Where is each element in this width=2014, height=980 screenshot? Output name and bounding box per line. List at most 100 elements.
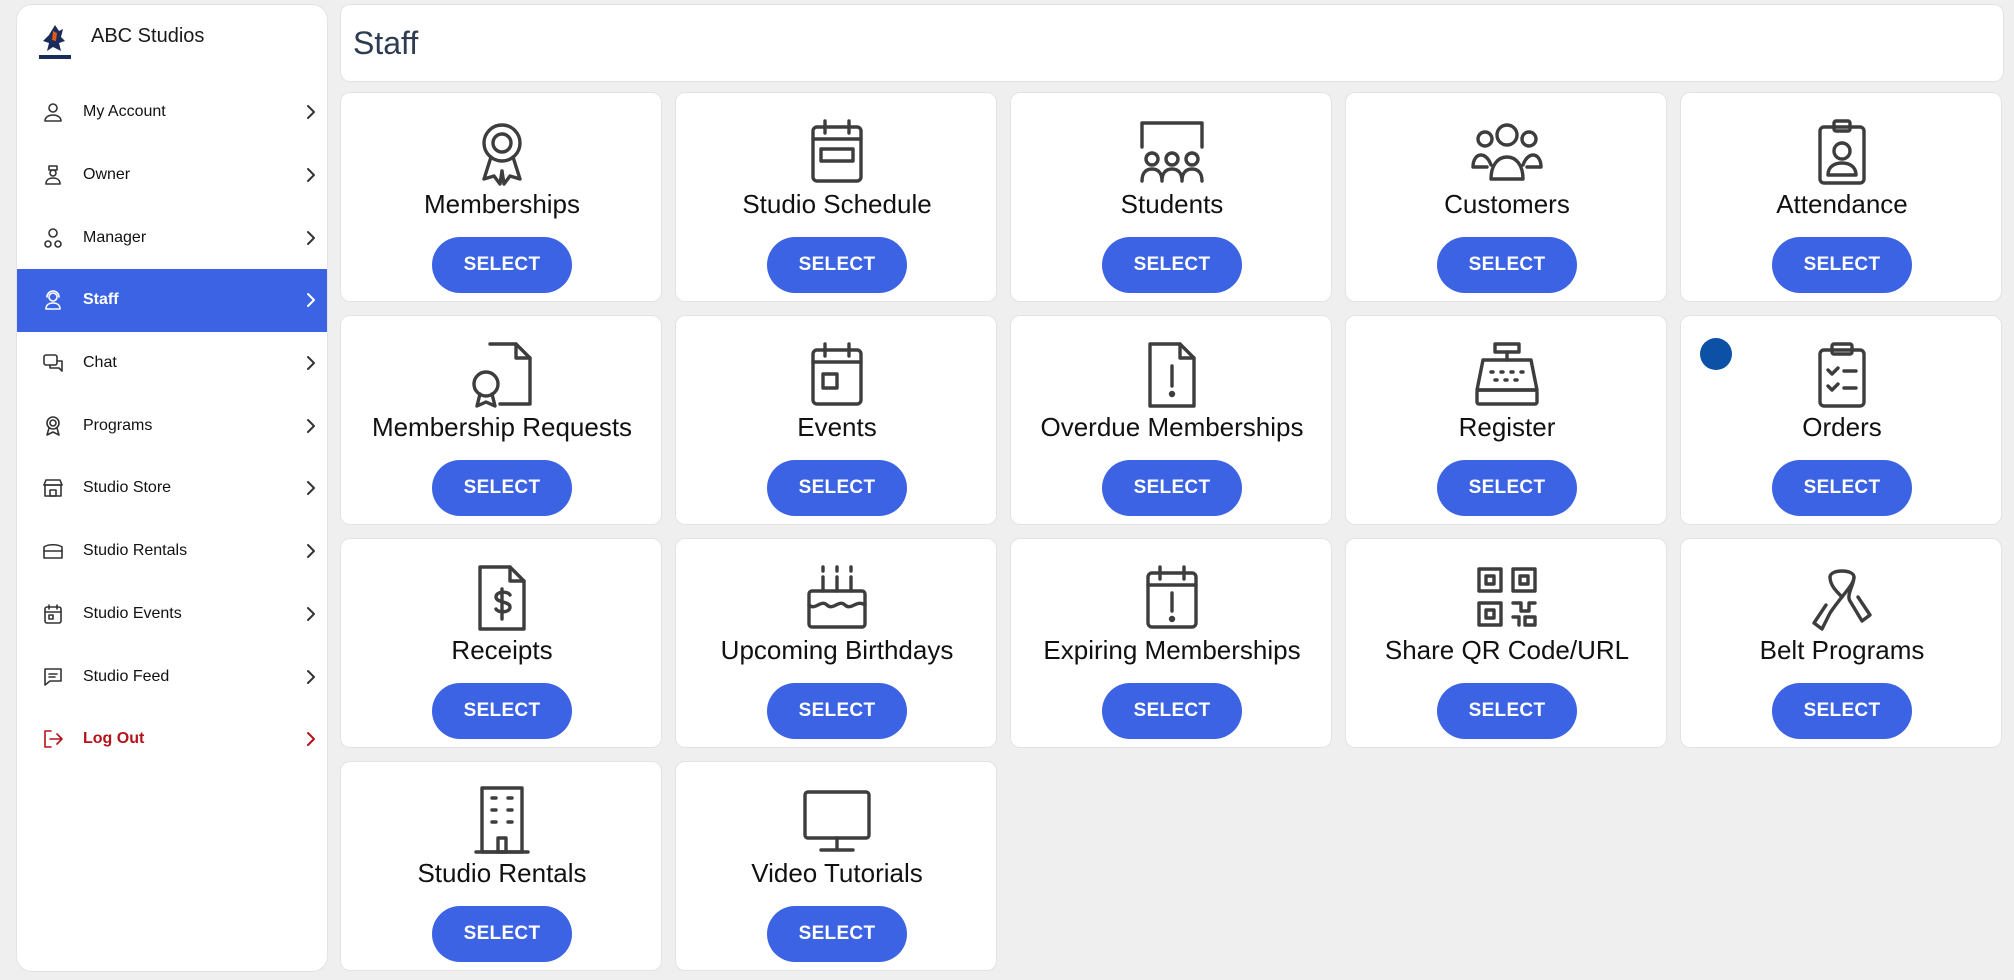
select-button[interactable]: SELECT — [1102, 460, 1242, 516]
sidebar-item-label: Chat — [83, 354, 117, 372]
sidebar-item-studio-rentals[interactable]: Studio Rentals — [17, 520, 327, 583]
brand-name: ABC Studios — [91, 25, 205, 47]
sidebar-item-logout[interactable]: Log Out — [17, 708, 327, 771]
select-button[interactable]: SELECT — [767, 237, 907, 293]
chevron-right-icon — [301, 604, 321, 624]
manager-icon — [41, 226, 65, 250]
sidebar-item-chat[interactable]: Chat — [17, 332, 327, 395]
chevron-right-icon — [301, 290, 321, 310]
card-title: Register — [1458, 412, 1556, 442]
select-button[interactable]: SELECT — [432, 460, 572, 516]
indicator-dot — [1700, 338, 1732, 370]
card-studio-rentals: Studio Rentals SELECT — [340, 761, 662, 971]
card-title: Customers — [1444, 189, 1570, 219]
chevron-right-icon — [301, 541, 321, 561]
chevron-right-icon — [301, 729, 321, 749]
sidebar-item-staff[interactable]: Staff — [17, 269, 327, 332]
chevron-right-icon — [301, 478, 321, 498]
select-button[interactable]: SELECT — [1437, 237, 1577, 293]
rentals-icon — [41, 539, 65, 563]
select-button[interactable]: SELECT — [432, 906, 572, 962]
sidebar-item-label: Studio Feed — [83, 667, 170, 685]
card-register: Register SELECT — [1345, 315, 1667, 525]
birthday-cake-icon — [801, 563, 873, 633]
card-title: Students — [1120, 189, 1224, 219]
card-title: Membership Requests — [371, 412, 633, 442]
user-icon — [41, 100, 65, 124]
card-studio-schedule: Studio Schedule SELECT — [675, 92, 997, 302]
select-button[interactable]: SELECT — [767, 460, 907, 516]
sidebar-item-manager[interactable]: Manager — [17, 206, 327, 269]
staff-headset-icon — [41, 288, 65, 312]
sidebar-item-label: Studio Events — [83, 604, 182, 622]
card-title: Overdue Memberships — [1040, 412, 1304, 442]
select-button[interactable]: SELECT — [767, 906, 907, 962]
card-attendance: Attendance SELECT — [1680, 92, 2002, 302]
clipboard-checklist-icon — [1806, 340, 1878, 410]
card-title: Events — [797, 412, 877, 442]
card-memberships: Memberships SELECT — [340, 92, 662, 302]
select-button[interactable]: SELECT — [1102, 237, 1242, 293]
qr-code-icon — [1471, 563, 1543, 633]
sidebar: ABC Studios My Account Owner Manager Sta… — [16, 4, 328, 972]
id-badge-icon — [1806, 117, 1878, 187]
sidebar-item-my-account[interactable]: My Account — [17, 81, 327, 144]
select-button[interactable]: SELECT — [1437, 460, 1577, 516]
feed-icon — [41, 665, 65, 689]
sidebar-item-studio-events[interactable]: Studio Events — [17, 583, 327, 646]
brand: ABC Studios — [17, 5, 327, 75]
classroom-icon — [1136, 117, 1208, 187]
card-title: Expiring Memberships — [1043, 635, 1301, 665]
ribbon-icon — [1806, 563, 1878, 633]
certificate-document-icon — [466, 340, 538, 410]
sidebar-item-owner[interactable]: Owner — [17, 144, 327, 207]
sidebar-nav: My Account Owner Manager Staff Chat Prog… — [17, 81, 327, 771]
select-button[interactable]: SELECT — [1772, 460, 1912, 516]
sidebar-item-studio-store[interactable]: Studio Store — [17, 457, 327, 520]
select-button[interactable]: SELECT — [767, 683, 907, 739]
card-share-qr-code: Share QR Code/URL SELECT — [1345, 538, 1667, 748]
card-title: Video Tutorials — [751, 858, 923, 888]
page-title: Staff — [353, 25, 419, 61]
group-icon — [1471, 117, 1543, 187]
event-calendar-icon — [801, 340, 873, 410]
sidebar-item-studio-feed[interactable]: Studio Feed — [17, 645, 327, 708]
card-events: Events SELECT — [675, 315, 997, 525]
chevron-right-icon — [301, 667, 321, 687]
card-title: Studio Schedule — [742, 189, 932, 219]
alert-document-icon — [1136, 340, 1208, 410]
select-button[interactable]: SELECT — [432, 237, 572, 293]
award-icon — [41, 414, 65, 438]
card-belt-programs: Belt Programs SELECT — [1680, 538, 2002, 748]
chat-icon — [41, 351, 65, 375]
select-button[interactable]: SELECT — [432, 683, 572, 739]
cash-register-icon — [1471, 340, 1543, 410]
schedule-calendar-icon — [801, 117, 873, 187]
calendar-icon — [41, 602, 65, 626]
page-header: Staff — [340, 4, 2004, 82]
sidebar-item-label: Owner — [83, 166, 131, 184]
card-title: Receipts — [451, 635, 553, 665]
store-icon — [41, 476, 65, 500]
card-title: Memberships — [423, 189, 581, 219]
card-title: Attendance — [1776, 189, 1908, 219]
card-title: Upcoming Birthdays — [720, 635, 954, 665]
card-upcoming-birthdays: Upcoming Birthdays SELECT — [675, 538, 997, 748]
card-title: Share QR Code/URL — [1384, 635, 1630, 665]
sidebar-item-label: Studio Store — [83, 479, 172, 497]
sidebar-item-label: Staff — [83, 291, 119, 309]
sidebar-item-label: Programs — [83, 416, 153, 434]
select-button[interactable]: SELECT — [1102, 683, 1242, 739]
select-button[interactable]: SELECT — [1437, 683, 1577, 739]
card-title: Orders — [1802, 412, 1882, 442]
chevron-right-icon — [301, 228, 321, 248]
receipt-dollar-icon — [466, 563, 538, 633]
sidebar-item-programs[interactable]: Programs — [17, 394, 327, 457]
select-button[interactable]: SELECT — [1772, 683, 1912, 739]
sidebar-item-label: Manager — [83, 228, 147, 246]
alert-calendar-icon — [1136, 563, 1208, 633]
card-overdue-memberships: Overdue Memberships SELECT — [1010, 315, 1332, 525]
select-button[interactable]: SELECT — [1772, 237, 1912, 293]
card-students: Students SELECT — [1010, 92, 1332, 302]
card-title: Studio Rentals — [417, 858, 587, 888]
